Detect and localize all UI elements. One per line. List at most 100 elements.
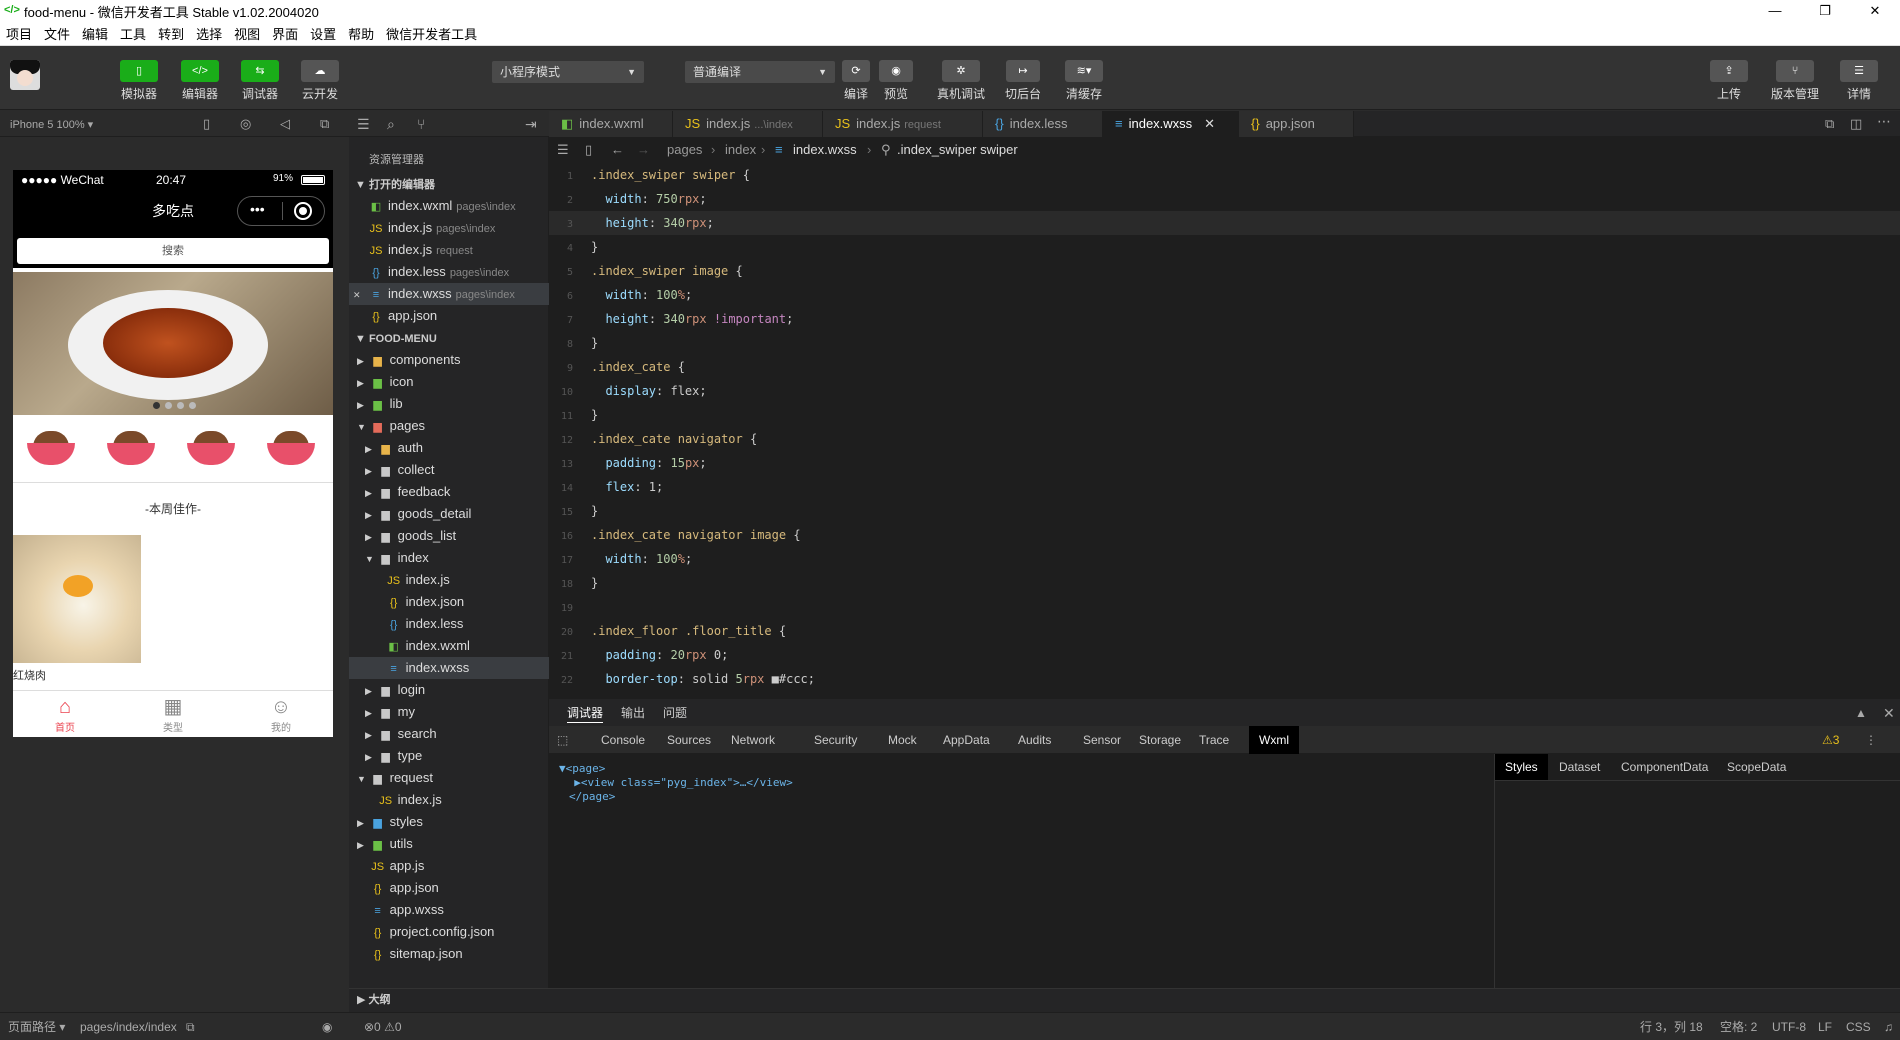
tree-item[interactable]: ▶ ▆ goods_list xyxy=(349,525,549,547)
window-icon[interactable]: ⧉ xyxy=(320,116,329,132)
category-item[interactable] xyxy=(187,429,235,469)
details-button[interactable]: ☰ 详情 xyxy=(1835,60,1883,102)
category-item[interactable] xyxy=(107,429,155,469)
tab-styles[interactable]: Styles xyxy=(1495,754,1548,780)
open-editor-item[interactable]: {} index.less pages\index xyxy=(349,261,549,283)
open-editor-item[interactable]: ✕ ≡ index.wxss pages\index xyxy=(349,283,549,305)
tree-item[interactable]: ▶ ▆ search xyxy=(349,723,549,745)
split-icon[interactable]: ⧉ xyxy=(1825,116,1834,132)
problems-count[interactable]: ⊗0 ⚠0 xyxy=(364,1013,402,1040)
devtools-tab-sources[interactable]: Sources xyxy=(667,726,711,754)
menu-view[interactable]: 视图 xyxy=(228,24,266,43)
code-line[interactable]: 1 .index_swiper swiper { xyxy=(549,163,1900,187)
tree-item[interactable]: {} project.config.json xyxy=(349,921,549,943)
record-icon[interactable]: ◎ xyxy=(240,116,251,132)
tree-item[interactable]: ▶ ▆ goods_detail xyxy=(349,503,549,525)
bell-icon[interactable]: ♫ xyxy=(1884,1013,1893,1040)
code-line[interactable]: 13 padding: 15px; xyxy=(549,451,1900,475)
line-ending[interactable]: LF xyxy=(1818,1013,1832,1040)
code-line[interactable]: 6 width: 100%; xyxy=(549,283,1900,307)
tree-item[interactable]: {} app.json xyxy=(349,877,549,899)
editor-button[interactable]: </> 编辑器 xyxy=(176,60,224,102)
upload-button[interactable]: ⇪ 上传 xyxy=(1705,60,1753,102)
tab-dataset[interactable]: Dataset xyxy=(1559,754,1600,780)
code-line[interactable]: 14 flex: 1; xyxy=(549,475,1900,499)
tree-item[interactable]: ▶ ▆ auth xyxy=(349,437,549,459)
open-editor-item[interactable]: {} app.json xyxy=(349,305,549,327)
tree-item[interactable]: {} index.json xyxy=(349,591,549,613)
compile-select[interactable]: 普通编译 ▼ xyxy=(685,61,835,83)
tree-item[interactable]: JS app.js xyxy=(349,855,549,877)
crumb-file[interactable]: index.wxss xyxy=(793,137,857,163)
devtools-tab-appdata[interactable]: AppData xyxy=(943,726,990,754)
mode-select[interactable]: 小程序模式 ▼ xyxy=(492,61,644,83)
menu-wechat-devtools[interactable]: 微信开发者工具 xyxy=(380,24,483,43)
devtools-tab-audits[interactable]: Audits xyxy=(1018,726,1051,754)
volume-icon[interactable]: ◁ xyxy=(280,116,290,132)
menu-goto[interactable]: 转到 xyxy=(152,24,190,43)
list-icon[interactable]: ☰ xyxy=(357,116,370,133)
code-line[interactable]: 11} xyxy=(549,403,1900,427)
tree-item[interactable]: ▶ ▆ components xyxy=(349,349,549,371)
tree-item[interactable]: ▶ ▆ login xyxy=(349,679,549,701)
devtools-tab-storage[interactable]: Storage xyxy=(1139,726,1181,754)
code-line[interactable]: 10 display: flex; xyxy=(549,379,1900,403)
dom-view-node[interactable]: ▶<view class="pyg_index">…</view> xyxy=(561,776,793,789)
editor-tab[interactable]: JS index.js ...\index xyxy=(673,111,823,137)
more-icon[interactable]: ⋮ xyxy=(1865,726,1877,754)
warning-count[interactable]: ⚠3 xyxy=(1822,726,1839,754)
forward-icon[interactable]: → xyxy=(637,137,650,163)
tree-item[interactable]: ◧ index.wxml xyxy=(349,635,549,657)
menu-settings[interactable]: 设置 xyxy=(304,24,342,43)
code-line[interactable]: 9 .index_cate { xyxy=(549,355,1900,379)
tab-debugger[interactable]: 调试器 xyxy=(567,699,604,723)
outline-header[interactable]: ▶ 大纲 xyxy=(349,988,549,1012)
banner-swiper[interactable] xyxy=(13,272,333,415)
open-editors-header[interactable]: ▼ 打开的编辑器 xyxy=(349,175,549,195)
menu-interface[interactable]: 界面 xyxy=(266,24,304,43)
code-line[interactable]: 18} xyxy=(549,571,1900,595)
tab-mine[interactable]: ☺ 我的 xyxy=(231,695,331,734)
devtools-tab-wxml[interactable]: Wxml xyxy=(1249,726,1299,754)
remote-debug-button[interactable]: ✲ 真机调试 xyxy=(936,60,986,102)
menu-file[interactable]: 文件 xyxy=(38,24,76,43)
devtools-tab-trace[interactable]: Trace xyxy=(1199,726,1229,754)
device-select[interactable]: iPhone 5 100% ▾ xyxy=(10,118,93,131)
close-icon[interactable]: ✕ xyxy=(353,284,369,306)
tree-item[interactable]: ≡ index.wxss xyxy=(349,657,549,679)
branch-icon[interactable]: ⑂ xyxy=(417,116,425,132)
tree-item[interactable]: ▼ ▆ request xyxy=(349,767,549,789)
editor-tab[interactable]: {} app.json xyxy=(1239,111,1354,137)
crumb-index[interactable]: index xyxy=(725,137,756,163)
code-line[interactable]: 12 .index_cate navigator { xyxy=(549,427,1900,451)
tree-item[interactable]: ▼ ▆ index xyxy=(349,547,549,569)
menu-edit[interactable]: 编辑 xyxy=(76,24,114,43)
search-input[interactable]: 搜索 xyxy=(17,238,329,264)
outline-toggle-icon[interactable]: ☰ xyxy=(557,137,569,163)
code-line[interactable]: 5 .index_swiper image { xyxy=(549,259,1900,283)
indent-spaces[interactable]: 空格: 2 xyxy=(1720,1013,1757,1040)
tree-item[interactable]: ≡ app.wxss xyxy=(349,899,549,921)
tree-item[interactable]: ▶ ▆ collect xyxy=(349,459,549,481)
crumb-pages[interactable]: pages xyxy=(667,137,702,163)
tree-item[interactable]: ▶ ▆ styles xyxy=(349,811,549,833)
code-line[interactable]: 19 xyxy=(549,595,1900,619)
avatar[interactable] xyxy=(10,60,40,90)
collapse-icon[interactable]: ⇥ xyxy=(525,116,537,133)
devtools-tab-security[interactable]: Security xyxy=(814,726,857,754)
cursor-position[interactable]: 行 3，列 18 xyxy=(1640,1013,1703,1040)
menu-select[interactable]: 选择 xyxy=(190,24,228,43)
bookmark-icon[interactable]: ▯ xyxy=(585,137,592,163)
code-line[interactable]: 15} xyxy=(549,499,1900,523)
encoding[interactable]: UTF-8 xyxy=(1772,1013,1806,1040)
tree-item[interactable]: ▶ ▆ utils xyxy=(349,833,549,855)
code-editor[interactable]: 1 .index_swiper swiper {2 width: 750rpx; 3… xyxy=(549,163,1900,698)
cloud-dev-button[interactable]: ☁ 云开发 xyxy=(296,60,344,102)
close-circle-icon[interactable] xyxy=(294,202,312,220)
close-icon[interactable]: ✕ xyxy=(1883,699,1895,727)
code-line[interactable]: 17 width: 100%; xyxy=(549,547,1900,571)
code-line[interactable]: 22 border-top: solid 5rpx ■#ccc; xyxy=(549,667,1900,691)
more-icon[interactable]: ⋯ xyxy=(1877,113,1891,130)
maximize-button[interactable]: ❐ xyxy=(1800,0,1850,22)
menu-help[interactable]: 帮助 xyxy=(342,24,380,43)
